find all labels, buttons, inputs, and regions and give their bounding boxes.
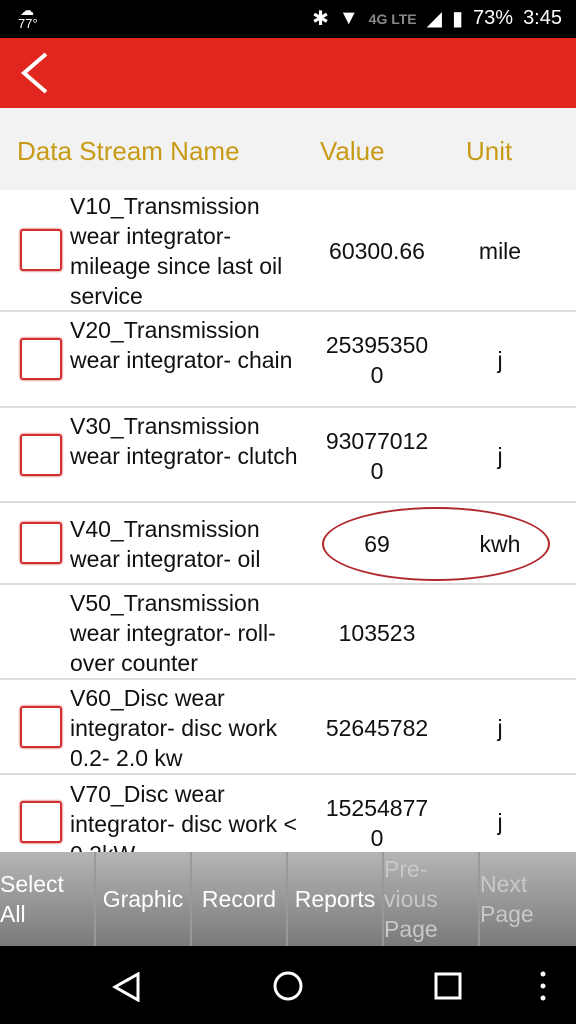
table-row[interactable]: V50_Transmission wear integrator- roll-o… [0,585,576,680]
navigation-bar [0,946,576,1024]
nav-menu-icon[interactable] [538,970,548,1002]
stream-unit: j [497,809,503,835]
stream-unit: j [497,442,503,469]
table-row[interactable]: V70_Disc wear integrator- disc work < 0.… [0,775,576,852]
stream-unit: mile [478,238,522,264]
table-row[interactable]: V10_Transmission wear integrator- mileag… [0,190,576,312]
wifi-icon: ▼ [338,7,359,29]
bluetooth-icon: ✱ [312,8,329,30]
stream-name: V60_Disc wear integrator- disc work 0.2-… [70,684,278,771]
row-checkbox[interactable] [20,522,62,564]
battery-icon: ▮ [452,8,464,30]
stream-value: 52645782 [325,714,429,741]
battery-percent: 73% [473,7,514,29]
network-type: 4G LTE [368,10,417,27]
stream-unit: j [497,347,503,373]
table-header: Data Stream Name Value Unit [0,108,576,190]
row-checkbox[interactable] [20,433,62,476]
record-button[interactable]: Record [192,852,288,946]
row-checkbox[interactable] [20,705,62,748]
select-all-button[interactable]: Select All [0,852,96,946]
stream-name: V50_Transmission wear integrator- roll-o… [70,589,276,676]
table-row[interactable]: V30_Transmission wear integrator- clutch… [0,408,576,503]
stream-name: V10_Transmission wear integrator- mileag… [70,193,283,309]
clock: 3:45 [523,7,562,29]
table-row[interactable]: V40_Transmission wear integrator- oil 69 k… [0,503,576,585]
status-bar: ☁ 77° ✱ ▼ 4G LTE ◢ ▮ 73% 3:45 [0,0,576,38]
stream-value: 25395350 0 [325,332,429,388]
stream-value: 103523 [338,619,416,646]
next-page-button[interactable]: Next Page [480,852,576,946]
stream-name: V70_Disc wear integrator- disc work < 0.… [70,781,297,852]
nav-recents-icon[interactable] [434,972,462,1000]
nav-home-icon[interactable] [272,970,304,1002]
row-checkbox[interactable] [20,800,62,843]
nav-back-icon[interactable] [112,972,142,1002]
stream-name: V20_Transmission wear integrator- chain [70,317,293,373]
stream-name: V40_Transmission wear integrator- oil [70,516,261,572]
column-name: Data Stream Name [17,136,240,166]
previous-page-button[interactable]: Pre-vious Page [384,852,480,946]
column-value: Value [320,136,385,166]
row-checkbox[interactable] [20,338,62,380]
app-bar [0,38,576,108]
signal-icon: ◢ [426,8,443,30]
data-stream-list[interactable]: V10_Transmission wear integrator- mileag… [0,190,576,852]
stream-value: 60300.66 [329,238,425,264]
temperature: 77° [18,16,38,31]
back-icon[interactable] [18,52,58,94]
reports-button[interactable]: Reports [288,852,384,946]
stream-value: 93077012 0 [325,427,429,484]
stream-name: V30_Transmission wear integrator- clutch [70,412,298,469]
stream-value: 15254877 0 [325,795,429,851]
row-checkbox[interactable] [20,229,62,271]
column-unit: Unit [466,136,513,166]
stream-unit: j [497,714,503,741]
toolbar: Select All Graphic Record Reports Pre-vi… [0,852,576,946]
table-row[interactable]: V60_Disc wear integrator- disc work 0.2-… [0,680,576,775]
graphic-button[interactable]: Graphic [96,852,192,946]
table-row[interactable]: V20_Transmission wear integrator- chain 2… [0,312,576,408]
highlight-circle [322,507,550,581]
